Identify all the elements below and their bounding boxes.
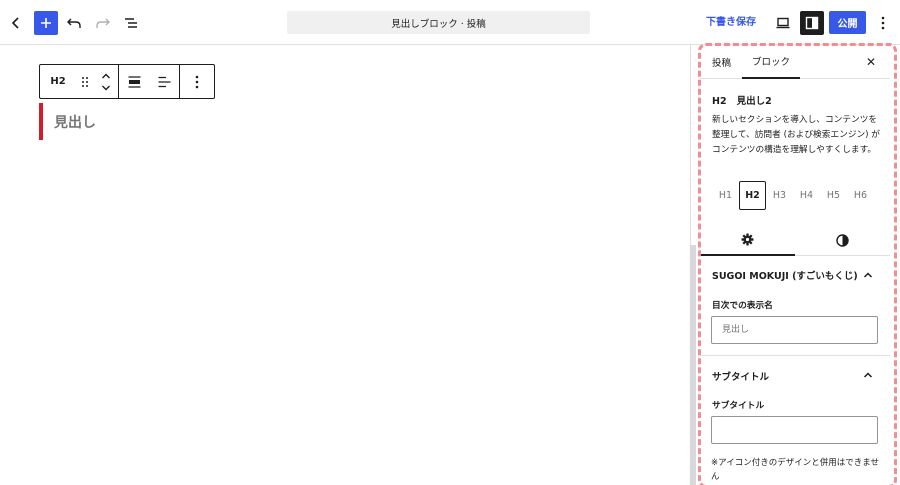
heading-text[interactable]: 見出し (54, 112, 96, 132)
align-wide-icon (128, 75, 140, 88)
tab-styles[interactable] (795, 224, 890, 256)
tab-post[interactable]: 投稿 (712, 45, 731, 79)
options-button[interactable] (871, 11, 895, 35)
level-h6-button[interactable]: H6 (847, 181, 874, 210)
move-up-down-icon (102, 73, 110, 90)
undo-button[interactable] (62, 11, 86, 35)
subtitle-input[interactable] (711, 416, 878, 444)
level-h1-button[interactable]: H1 (712, 181, 739, 210)
toc-name-input[interactable] (711, 316, 878, 344)
block-toolbar: H2 (39, 64, 215, 99)
block-type-button[interactable]: H2 (40, 65, 76, 98)
chevron-up-icon[interactable] (862, 269, 874, 281)
redo-button[interactable] (91, 11, 115, 35)
move-block-buttons[interactable] (94, 65, 118, 98)
text-align-button[interactable] (149, 65, 179, 98)
block-card-title: H2 見出し2 (712, 93, 782, 107)
chevron-up-icon[interactable] (862, 369, 874, 381)
level-h5-button[interactable]: H5 (820, 181, 847, 210)
text-align-left-icon (158, 76, 170, 87)
subtitle-field-label: サブタイトル (712, 401, 765, 411)
block-toolbar-group-more (180, 65, 213, 98)
undo-icon (67, 18, 81, 28)
inspector-sub-tabs (700, 224, 890, 256)
panel-divider (700, 355, 890, 356)
settings-sidebar-toggle[interactable] (800, 11, 824, 35)
close-sidebar-button[interactable]: ✕ (866, 45, 876, 79)
sugoi-panel-title[interactable]: SUGOI MOKUJI (すごいもくじ) (712, 268, 858, 282)
document-title: 見出しブロック · 投稿 (391, 18, 486, 30)
more-vertical-icon (195, 75, 198, 88)
toc-name-label: 目次での表示名 (712, 301, 773, 311)
heading-accent-bar (39, 103, 43, 140)
block-align-button[interactable] (119, 65, 149, 98)
block-options-button[interactable] (180, 65, 213, 98)
list-view-icon (125, 18, 137, 28)
preview-button[interactable] (771, 11, 795, 35)
block-toolbar-group-align (119, 65, 180, 98)
editor-header: 見出しブロック · 投稿 下書き保存 公開 (0, 0, 900, 45)
level-h3-button[interactable]: H3 (766, 181, 793, 210)
publish-button[interactable]: 公開 (829, 11, 866, 34)
block-toolbar-group-type: H2 (40, 65, 119, 98)
redo-icon (96, 18, 110, 28)
drag-handle-icon (82, 76, 88, 87)
list-view-button[interactable] (119, 11, 143, 35)
heading-level-selector: H1 H2 H3 H4 H5 H6 (712, 181, 874, 210)
subtitle-panel-title[interactable]: サブタイトル (712, 369, 769, 383)
save-draft-button[interactable]: 下書き保存 (706, 13, 756, 28)
chevron-left-icon (11, 17, 19, 29)
desktop-preview-icon (776, 17, 790, 29)
sidebar-tabs: 投稿 ブロック ✕ (700, 45, 890, 79)
gear-icon (741, 233, 754, 245)
close-icon: ✕ (866, 55, 877, 69)
sidebar-icon (805, 16, 819, 30)
document-title-bar[interactable]: 見出しブロック · 投稿 (287, 11, 590, 34)
tab-block[interactable]: ブロック (742, 45, 800, 79)
contrast-icon (836, 233, 849, 247)
back-button[interactable] (4, 11, 28, 35)
subtitle-note: ※アイコン付きのデザインと併用はできません (711, 458, 879, 482)
add-block-button[interactable] (34, 11, 58, 35)
block-card-description: 新しいセクションを導入し、コンテンツを整理して、訪問者 (および検索エンジン) … (712, 115, 880, 155)
drag-handle[interactable] (76, 65, 94, 98)
heading-block[interactable]: 見出し (39, 103, 96, 140)
level-h4-button[interactable]: H4 (793, 181, 820, 210)
sidebar-scrollbar[interactable] (690, 245, 696, 485)
block-card-name: 見出し2 (736, 96, 772, 107)
block-card-tag: H2 (712, 96, 727, 107)
more-vertical-icon (881, 16, 885, 30)
plus-icon (41, 18, 51, 28)
tab-settings[interactable] (700, 224, 795, 256)
level-h2-button[interactable]: H2 (739, 181, 766, 210)
